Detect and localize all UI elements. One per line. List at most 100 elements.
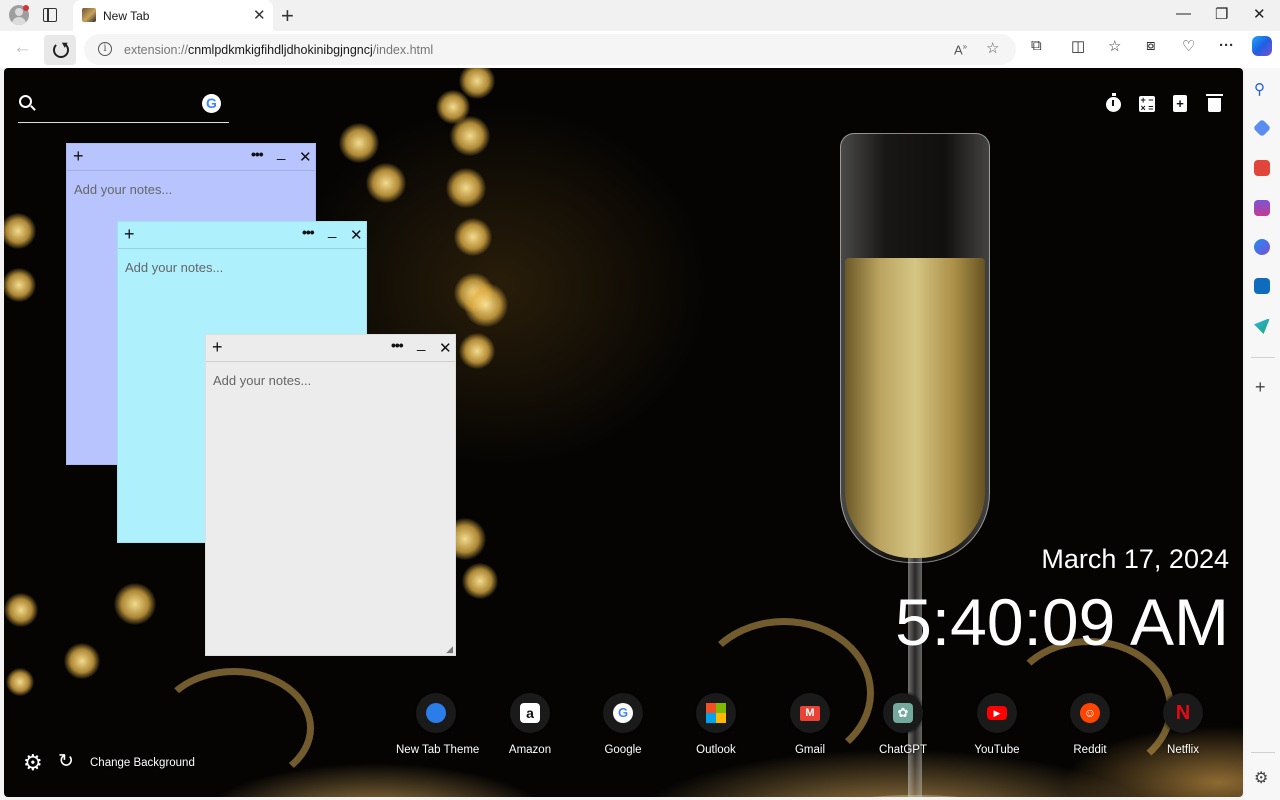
- note-more-button[interactable]: •••: [302, 224, 315, 240]
- google-icon: G: [603, 693, 643, 733]
- ribbon-decoration: [154, 668, 314, 788]
- clock-display: 5:40:09 AM: [895, 585, 1229, 659]
- read-aloud-icon[interactable]: A»: [954, 42, 967, 57]
- search-input[interactable]: [40, 91, 200, 113]
- shortcut-label: Google: [604, 744, 642, 756]
- bokeh-light: [366, 163, 406, 203]
- shopping-tag-icon[interactable]: [1252, 118, 1272, 138]
- netflix-icon: N: [1163, 693, 1203, 733]
- add-icon[interactable]: +: [1255, 377, 1266, 398]
- bokeh-light: [454, 218, 492, 256]
- bokeh-light: [114, 583, 156, 625]
- note-more-button[interactable]: •••: [391, 337, 404, 353]
- address-bar[interactable]: i extension://cnmlpdkmkigfihdljdhokinibg…: [84, 34, 1016, 65]
- shortcut-reddit[interactable]: ☺ Reddit: [1050, 693, 1130, 756]
- note-textarea[interactable]: Add your notes...: [213, 373, 311, 388]
- outlook-icon: [696, 693, 736, 733]
- shortcut-amazon[interactable]: a Amazon: [490, 693, 570, 756]
- url-text[interactable]: extension://cnmlpdkmkigfihdljdhokinibgjn…: [124, 43, 433, 57]
- games-icon[interactable]: [1254, 200, 1270, 216]
- bokeh-light: [64, 643, 100, 679]
- bokeh-light: [464, 283, 508, 327]
- glass-base: [850, 795, 980, 797]
- sticky-note[interactable]: + ••• _ ✕ Add your notes... ◢: [205, 334, 456, 656]
- note-add-button[interactable]: +: [124, 224, 135, 245]
- bokeh-light: [446, 168, 486, 208]
- favorite-star-icon[interactable]: ☆: [986, 39, 999, 57]
- tab-new-tab[interactable]: New Tab ✕: [73, 0, 273, 31]
- trash-icon[interactable]: [1205, 94, 1223, 114]
- note-close-button[interactable]: ✕: [439, 339, 452, 357]
- microsoft365-icon[interactable]: [1254, 239, 1270, 255]
- reddit-icon: ☺: [1070, 693, 1110, 733]
- bokeh-light: [4, 213, 36, 249]
- send-icon[interactable]: [1254, 318, 1270, 334]
- shortcut-netflix[interactable]: N Netflix: [1143, 693, 1223, 756]
- shortcut-label: ChatGPT: [879, 744, 927, 756]
- refresh-background-icon[interactable]: ↻: [58, 750, 74, 773]
- note-minimize-button[interactable]: _: [417, 335, 425, 352]
- tab-actions-icon[interactable]: [43, 8, 57, 22]
- note-textarea[interactable]: Add your notes...: [125, 260, 223, 275]
- resize-handle-icon[interactable]: ◢: [446, 644, 453, 655]
- shortcut-label: Amazon: [508, 744, 552, 756]
- search-icon[interactable]: [19, 95, 32, 108]
- tab-title: New Tab: [103, 9, 150, 23]
- reload-icon[interactable]: [44, 35, 76, 65]
- bokeh-light: [4, 268, 36, 302]
- note-toolbar: + ••• _ ✕: [206, 335, 455, 362]
- champagne: [845, 258, 985, 558]
- split-screen-icon[interactable]: ◫: [1071, 37, 1085, 55]
- more-icon[interactable]: ···: [1219, 37, 1234, 54]
- settings-icon[interactable]: ⚙: [1254, 768, 1268, 788]
- calculator-icon[interactable]: + − × =: [1138, 94, 1156, 114]
- google-icon[interactable]: G: [202, 94, 221, 113]
- close-window-button[interactable]: ✕: [1253, 5, 1266, 23]
- extensions-icon[interactable]: ⧉: [1031, 37, 1042, 54]
- shortcut-outlook[interactable]: Outlook: [676, 693, 756, 756]
- new-tab-theme-icon: [416, 693, 456, 733]
- sidebar-divider: [1251, 357, 1275, 358]
- shortcut-label: Netflix: [1167, 744, 1199, 756]
- back-arrow-icon[interactable]: ←: [13, 37, 32, 59]
- collections-icon[interactable]: ⧇: [1146, 37, 1156, 54]
- note-textarea[interactable]: Add your notes...: [74, 182, 172, 197]
- restore-window-button[interactable]: ❐: [1215, 5, 1228, 23]
- copilot-icon[interactable]: [1252, 36, 1272, 56]
- title-bar: New Tab ✕ + — ❐ ✕: [0, 0, 1280, 31]
- chatgpt-icon: ✿: [883, 693, 923, 733]
- minimize-window-button[interactable]: —: [1176, 5, 1191, 22]
- note-add-button[interactable]: +: [73, 146, 84, 167]
- tools-icon[interactable]: [1254, 160, 1270, 176]
- outlook-icon[interactable]: [1254, 278, 1270, 294]
- new-tab-button[interactable]: +: [281, 3, 294, 29]
- add-note-icon[interactable]: +: [1171, 94, 1189, 114]
- shortcut-label: New Tab Theme: [396, 744, 480, 756]
- shortcut-chatgpt[interactable]: ✿ ChatGPT: [863, 693, 943, 756]
- shortcut-label: Gmail: [794, 744, 826, 756]
- note-minimize-button[interactable]: _: [328, 222, 336, 239]
- note-close-button[interactable]: ✕: [350, 226, 363, 244]
- settings-gear-icon[interactable]: ⚙: [23, 750, 43, 776]
- note-toolbar: + ••• _ ✕: [67, 144, 315, 171]
- change-background-button[interactable]: Change Background: [90, 757, 195, 769]
- favorites-icon[interactable]: ☆: [1108, 37, 1121, 55]
- date-display: March 17, 2024: [1041, 544, 1229, 574]
- shortcut-google[interactable]: G Google: [583, 693, 663, 756]
- timer-icon[interactable]: [1104, 93, 1122, 114]
- shortcut-new-tab-theme[interactable]: New Tab Theme: [396, 693, 480, 756]
- browser-essentials-icon[interactable]: ♡: [1182, 37, 1195, 55]
- site-info-icon[interactable]: i: [98, 42, 112, 56]
- search-underline: [18, 122, 229, 123]
- note-close-button[interactable]: ✕: [299, 148, 312, 166]
- note-toolbar: + ••• _ ✕: [118, 222, 366, 249]
- note-more-button[interactable]: •••: [251, 146, 264, 162]
- shortcut-gmail[interactable]: M Gmail: [770, 693, 850, 756]
- shortcut-youtube[interactable]: ▶ YouTube: [957, 693, 1037, 756]
- note-add-button[interactable]: +: [212, 337, 223, 358]
- tab-close-icon[interactable]: ✕: [253, 6, 266, 24]
- bokeh-light: [6, 668, 34, 696]
- notification-dot: [23, 5, 29, 11]
- note-minimize-button[interactable]: _: [277, 144, 285, 161]
- search-icon[interactable]: ⚲: [1254, 80, 1265, 98]
